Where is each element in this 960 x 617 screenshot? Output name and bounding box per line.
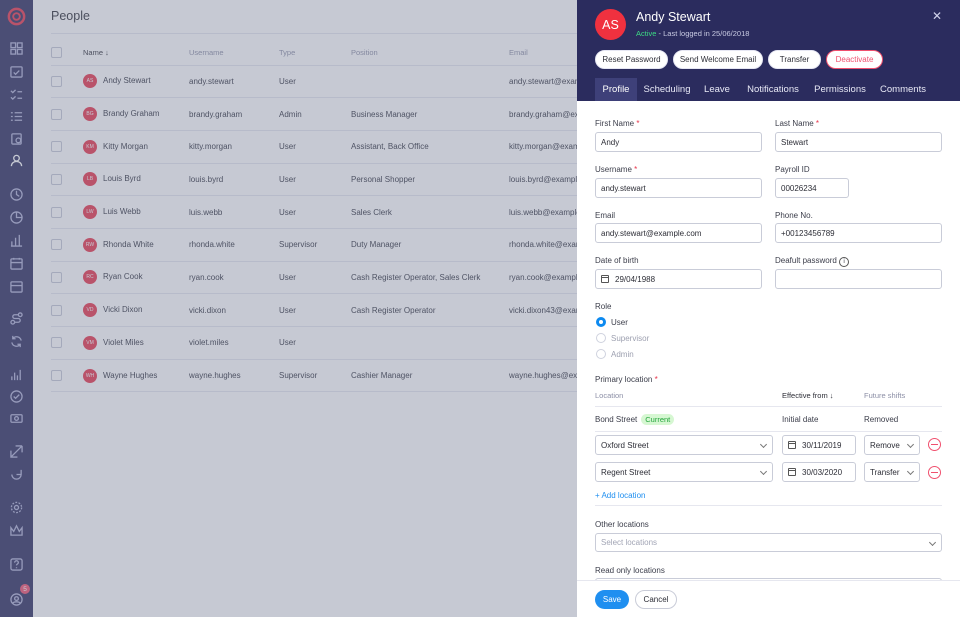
divider	[595, 505, 942, 506]
default-password-field[interactable]	[775, 269, 942, 289]
future-shifts-select-regent[interactable]: Transfer	[864, 462, 920, 482]
role-admin-label: Admin	[611, 350, 634, 359]
user-name: Andy Stewart	[636, 10, 711, 24]
email-field[interactable]: andy.stewart@example.com	[595, 223, 762, 243]
divider	[595, 431, 942, 432]
first-name-label: First Name *	[595, 119, 640, 128]
dob-value: 29/04/1988	[615, 274, 656, 284]
add-location-link[interactable]: + Add location	[595, 491, 645, 500]
save-button[interactable]: Save	[595, 590, 629, 609]
payroll-id-label: Payroll ID	[775, 165, 810, 174]
info-icon[interactable]: i	[839, 257, 850, 267]
read-only-locations-label: Read only locations	[595, 566, 665, 575]
panel-header: AS Andy Stewart Active - Last logged in …	[577, 0, 960, 101]
tab-leave[interactable]: Leave	[701, 78, 733, 101]
cancel-button[interactable]: Cancel	[635, 590, 677, 609]
tab-scheduling[interactable]: Scheduling	[641, 78, 693, 101]
chevron-down-icon	[759, 467, 768, 476]
future-shifts-select-oxford[interactable]: Remove	[864, 435, 920, 455]
location-name: Bond Street	[595, 415, 638, 424]
default-password-label: Deafult password i	[775, 256, 850, 267]
tab-notifications[interactable]: Notifications	[743, 78, 803, 101]
current-badge: Current	[641, 414, 675, 425]
first-name-field[interactable]: Andy	[595, 132, 762, 152]
last-logged-text: - Last logged in 25/06/2018	[656, 29, 750, 38]
user-status: Active - Last logged in 25/06/2018	[636, 29, 749, 38]
role-user-label: User	[611, 318, 628, 327]
tab-comments[interactable]: Comments	[877, 78, 929, 101]
modal-overlay[interactable]	[0, 0, 577, 617]
remove-location-icon[interactable]	[928, 466, 941, 479]
panel-footer: Save Cancel	[577, 580, 960, 617]
calendar-icon	[788, 468, 796, 476]
effective-date-text: Initial date	[782, 415, 819, 424]
calendar-icon	[601, 275, 609, 283]
close-icon[interactable]: ✕	[932, 9, 942, 23]
phone-label: Phone No.	[775, 211, 813, 220]
dob-field[interactable]: 29/04/1988	[595, 269, 762, 289]
other-locations-select[interactable]: Select locations	[595, 533, 942, 552]
email-label: Email	[595, 211, 616, 220]
effective-from-col-header[interactable]: Effective from ↓	[782, 391, 834, 400]
last-name-field[interactable]: Stewart	[775, 132, 942, 152]
send-welcome-email-button[interactable]: Send Welcome Email	[673, 50, 763, 69]
role-supervisor-radio[interactable]	[596, 333, 606, 343]
profile-panel: AS Andy Stewart Active - Last logged in …	[577, 0, 960, 617]
role-supervisor-label: Supervisor	[611, 334, 650, 343]
username-field[interactable]: andy.stewart	[595, 178, 762, 198]
divider	[595, 406, 942, 407]
transfer-button[interactable]: Transfer	[768, 50, 821, 69]
avatar: AS	[595, 9, 626, 40]
role-admin-radio[interactable]	[596, 349, 606, 359]
status-active: Active	[636, 29, 657, 38]
tab-permissions[interactable]: Permissions	[813, 78, 867, 101]
future-shifts-col-header: Future shifts	[864, 391, 906, 400]
other-locations-label: Other locations	[595, 520, 649, 529]
role-label: Role	[595, 302, 612, 311]
chevron-down-icon	[928, 538, 937, 547]
location-select-oxford[interactable]: Oxford Street	[595, 435, 773, 455]
chevron-down-icon	[759, 440, 768, 449]
last-name-label: Last Name *	[775, 119, 820, 128]
dob-label: Date of birth	[595, 256, 639, 265]
effective-date-field-oxford[interactable]: 30/11/2019	[782, 435, 856, 455]
role-user-radio[interactable]	[596, 317, 606, 327]
future-shifts-text: Removed	[864, 415, 899, 424]
reset-password-button[interactable]: Reset Password	[595, 50, 668, 69]
tab-profile[interactable]: Profile	[595, 78, 637, 101]
phone-field[interactable]: +00123456789	[775, 223, 942, 243]
username-label: Username *	[595, 165, 638, 174]
location-row-current: Bond Street Current	[595, 414, 675, 425]
effective-date-field-regent[interactable]: 30/03/2020	[782, 462, 856, 482]
chevron-down-icon	[906, 467, 915, 476]
primary-location-label: Primary location *	[595, 375, 658, 384]
location-select-regent[interactable]: Regent Street	[595, 462, 773, 482]
deactivate-button[interactable]: Deactivate	[826, 50, 883, 69]
payroll-id-field[interactable]: 00026234	[775, 178, 849, 198]
calendar-icon	[788, 441, 796, 449]
location-col-header: Location	[595, 391, 624, 400]
remove-location-icon[interactable]	[928, 438, 941, 451]
app-window: 5 People Name ↓ Username Type Position E…	[0, 0, 960, 617]
chevron-down-icon	[906, 440, 915, 449]
